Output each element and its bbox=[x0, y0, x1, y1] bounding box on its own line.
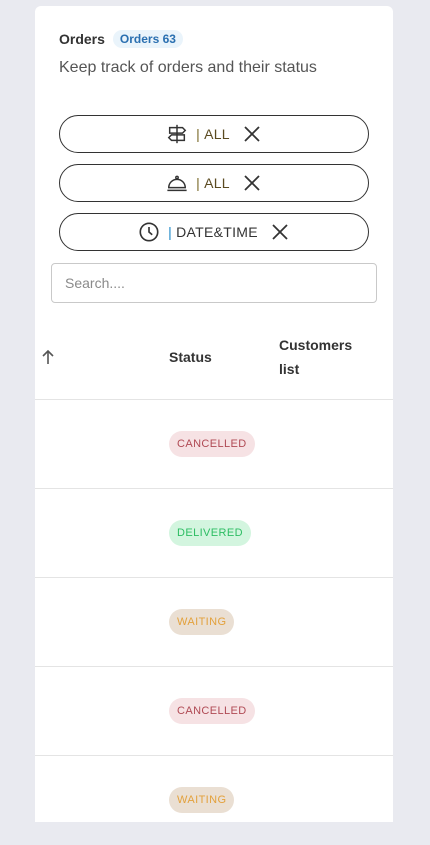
signpost-icon bbox=[166, 123, 188, 145]
clear-datetime-filter-icon[interactable] bbox=[270, 222, 290, 242]
search-input[interactable] bbox=[51, 263, 377, 303]
column-header-status[interactable]: Status bbox=[169, 345, 212, 369]
filter-separator: | bbox=[196, 126, 201, 142]
status-badge: WAITING bbox=[169, 609, 235, 635]
filter-service[interactable]: | ALL bbox=[59, 164, 369, 202]
filter-location-value: ALL bbox=[204, 126, 230, 142]
page-title: Orders bbox=[59, 31, 105, 47]
filter-datetime-value: DATE&TIME bbox=[176, 224, 258, 240]
table-row[interactable]: CANCELLED bbox=[35, 667, 393, 756]
clear-service-filter-icon[interactable] bbox=[242, 173, 262, 193]
filter-datetime[interactable]: | DATE&TIME bbox=[59, 213, 369, 251]
filter-location-text: | ALL bbox=[196, 126, 230, 142]
orders-header: Orders Orders 63 bbox=[59, 30, 183, 48]
filter-separator: | bbox=[168, 224, 173, 240]
food-cloche-icon bbox=[166, 172, 188, 194]
table-row[interactable]: DELIVERED bbox=[35, 489, 393, 578]
status-badge: WAITING bbox=[169, 787, 235, 813]
table-row[interactable]: CANCELLED bbox=[35, 400, 393, 489]
status-badge: CANCELLED bbox=[169, 431, 255, 457]
filter-service-text: | ALL bbox=[196, 175, 230, 191]
filter-service-value: ALL bbox=[204, 175, 230, 191]
clear-location-filter-icon[interactable] bbox=[242, 124, 262, 144]
sort-arrow-up-icon[interactable] bbox=[41, 349, 55, 365]
page-subtitle: Keep track of orders and their status bbox=[59, 59, 317, 76]
filter-separator: | bbox=[196, 175, 201, 191]
status-badge: CANCELLED bbox=[169, 698, 255, 724]
filter-location[interactable]: | ALL bbox=[59, 115, 369, 153]
column-header-customers-list[interactable]: Customers list bbox=[279, 333, 369, 381]
table-header: Status Customers list bbox=[35, 316, 393, 400]
clock-icon bbox=[138, 221, 160, 243]
table-row[interactable]: WAITING bbox=[35, 578, 393, 667]
orders-count-badge: Orders 63 bbox=[112, 30, 183, 48]
table-row[interactable]: WAITING bbox=[35, 756, 393, 845]
title-row: Orders Orders 63 bbox=[59, 30, 183, 48]
status-badge: DELIVERED bbox=[169, 520, 251, 546]
orders-card: Orders Orders 63 Keep track of orders an… bbox=[35, 6, 393, 822]
filter-datetime-text: | DATE&TIME bbox=[168, 224, 258, 240]
